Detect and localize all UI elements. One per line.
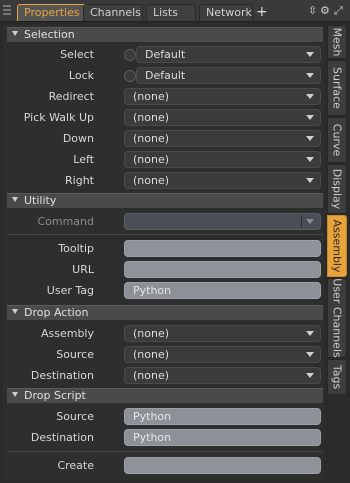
user-tag-label: User Tag xyxy=(46,284,94,297)
tooltip-label: Tooltip xyxy=(58,242,94,255)
script-destination-field[interactable]: Python xyxy=(124,429,321,446)
section-header-drop-script[interactable]: Drop Script xyxy=(7,388,323,403)
vtab-label: Tags xyxy=(330,364,344,390)
down-dropdown[interactable]: (none) xyxy=(124,130,321,147)
left-value: (none) xyxy=(133,153,170,166)
assembly-label: Assembly xyxy=(40,327,94,340)
source-dropdown[interactable]: (none) xyxy=(124,346,321,363)
chevron-down-icon xyxy=(306,373,314,378)
vtab-tags[interactable]: Tags xyxy=(327,359,347,395)
divider xyxy=(7,451,323,452)
section-title: Utility xyxy=(24,194,57,207)
arrows-icon[interactable]: ⇳ xyxy=(308,4,317,18)
gear-icon[interactable]: ⚙ xyxy=(320,4,330,18)
divider xyxy=(301,215,302,228)
tab-bar: Properties Channels Lists Network + ⇳ ⚙ … xyxy=(0,0,350,22)
pick-walk-up-label: Pick Walk Up xyxy=(23,111,94,124)
tab-channels[interactable]: Channels xyxy=(83,4,143,21)
panel-grip-handle[interactable] xyxy=(3,5,11,17)
left-label: Left xyxy=(73,153,94,166)
chevron-down-icon xyxy=(306,52,314,57)
right-value: (none) xyxy=(133,174,170,187)
pick-walk-up-dropdown[interactable]: (none) xyxy=(124,109,321,126)
section-header-drop-action[interactable]: Drop Action xyxy=(7,305,323,320)
vtab-label: Surface xyxy=(330,67,344,109)
lock-label: Lock xyxy=(68,69,94,82)
create-field[interactable] xyxy=(124,457,321,474)
chevron-down-icon xyxy=(306,115,314,120)
command-label: Command xyxy=(37,215,94,228)
chevron-down-icon xyxy=(306,331,314,336)
tab-properties[interactable]: Properties xyxy=(17,4,87,21)
select-label: Select xyxy=(60,48,94,61)
down-label: Down xyxy=(62,132,94,145)
left-dropdown[interactable]: (none) xyxy=(124,151,321,168)
vtab-label: Assembly xyxy=(330,219,344,273)
redirect-value: (none) xyxy=(133,90,170,103)
collapse-triangle-icon xyxy=(12,392,18,397)
source-value: (none) xyxy=(133,348,170,361)
redirect-label: Redirect xyxy=(48,90,94,103)
section-header-utility[interactable]: Utility xyxy=(7,193,323,208)
user-tag-field[interactable]: Python xyxy=(124,282,321,299)
assembly-value: (none) xyxy=(133,327,170,340)
chevron-down-icon xyxy=(306,157,314,162)
tab-network[interactable]: Network xyxy=(199,4,253,21)
assembly-dropdown[interactable]: (none) xyxy=(124,325,321,342)
destination-label: Destination xyxy=(30,369,94,382)
lock-value: Default xyxy=(145,69,186,82)
vtab-curve[interactable]: Curve xyxy=(327,117,347,163)
tooltip-field[interactable] xyxy=(124,240,321,257)
vertical-tab-strip: Mesh Surface Curve Display Assembly User… xyxy=(327,25,347,480)
vtab-label: Display xyxy=(330,168,344,210)
chevron-down-icon xyxy=(306,352,314,357)
script-source-label: Source xyxy=(56,410,94,423)
collapse-triangle-icon xyxy=(12,31,18,36)
chevron-down-icon xyxy=(306,136,314,141)
lock-dropdown[interactable]: Default xyxy=(136,67,321,84)
section-title: Drop Script xyxy=(24,389,86,402)
right-label: Right xyxy=(65,174,94,187)
select-dropdown[interactable]: Default xyxy=(136,46,321,63)
divider xyxy=(7,234,323,235)
properties-panel: Selection Select Default Lock Default Re… xyxy=(3,25,324,480)
vtab-user-channels[interactable]: User Channels xyxy=(327,278,347,358)
script-source-field[interactable]: Python xyxy=(124,408,321,425)
vtab-label: User Channels xyxy=(330,278,344,358)
expand-icon[interactable]: ⤢ xyxy=(334,4,343,18)
chevron-down-icon xyxy=(306,94,314,99)
chevron-down-icon xyxy=(306,73,314,78)
create-label: Create xyxy=(57,459,94,472)
command-dropdown[interactable] xyxy=(124,213,321,230)
collapse-triangle-icon xyxy=(12,309,18,314)
destination-value: (none) xyxy=(133,369,170,382)
url-label: URL xyxy=(72,263,94,276)
pick-walk-up-value: (none) xyxy=(133,111,170,124)
section-title: Drop Action xyxy=(24,306,89,319)
url-field[interactable] xyxy=(124,261,321,278)
collapse-triangle-icon xyxy=(12,197,18,202)
section-title: Selection xyxy=(24,28,75,41)
vtab-display[interactable]: Display xyxy=(327,164,347,214)
redirect-dropdown[interactable]: (none) xyxy=(124,88,321,105)
tab-lists[interactable]: Lists xyxy=(146,4,196,21)
script-destination-label: Destination xyxy=(30,431,94,444)
vtab-label: Mesh xyxy=(330,27,344,57)
chevron-down-icon xyxy=(306,219,314,224)
section-header-selection[interactable]: Selection xyxy=(7,27,323,42)
down-value: (none) xyxy=(133,132,170,145)
vtab-surface[interactable]: Surface xyxy=(327,60,347,116)
add-tab-button[interactable]: + xyxy=(256,4,268,20)
destination-dropdown[interactable]: (none) xyxy=(124,367,321,384)
right-dropdown[interactable]: (none) xyxy=(124,172,321,189)
select-value: Default xyxy=(145,48,186,61)
source-label: Source xyxy=(56,348,94,361)
vtab-label: Curve xyxy=(330,123,344,157)
chevron-down-icon xyxy=(306,178,314,183)
select-radio[interactable] xyxy=(124,49,136,61)
vtab-assembly[interactable]: Assembly xyxy=(327,215,347,277)
lock-radio[interactable] xyxy=(124,70,136,82)
vtab-mesh[interactable]: Mesh xyxy=(327,25,347,59)
